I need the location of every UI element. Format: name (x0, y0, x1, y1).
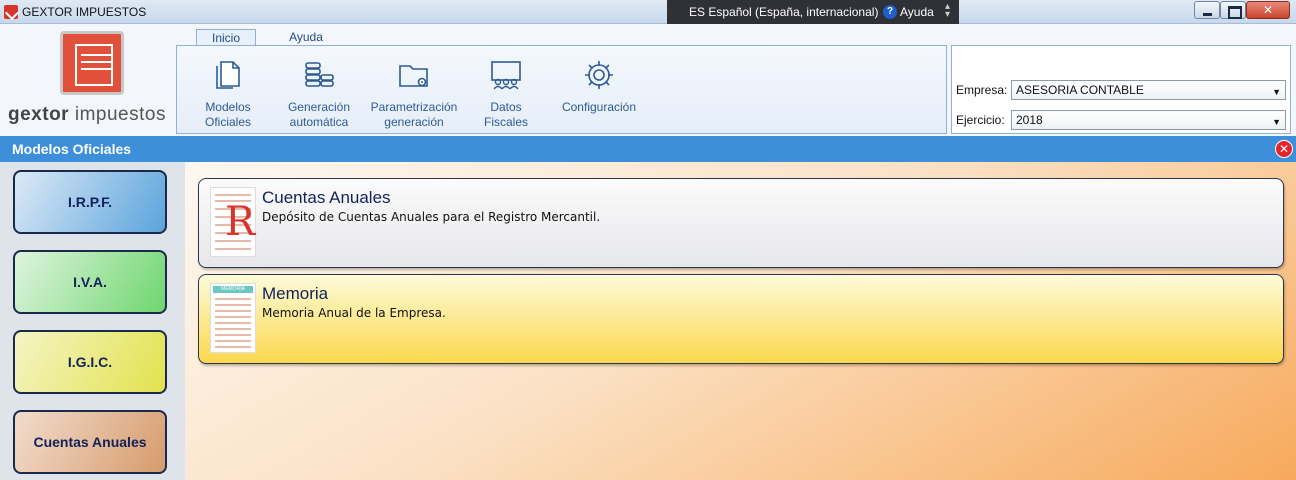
logo-text-light: impuestos (69, 104, 166, 125)
logo-text-bold: gextor (8, 104, 70, 125)
help-link[interactable]: Ayuda (900, 5, 934, 19)
language-selector[interactable]: ES Español (España, internacional) (689, 5, 878, 19)
datos-fiscales-button[interactable]: Datos Fiscales (467, 58, 545, 130)
parametrizacion-generacion-button[interactable]: Parametrización generación (367, 58, 461, 130)
grip-icon[interactable]: ▴ ▾ (945, 2, 950, 20)
dropdown-arrow-icon: ▼ (1272, 117, 1281, 127)
document-thumbnail-icon: R (210, 187, 256, 257)
tab-inicio[interactable]: Inicio (196, 29, 256, 46)
memoria-thumbnail-icon: MEMORIA (210, 283, 256, 353)
app-window: GEXTOR IMPUESTOS ES Español (España, int… (0, 0, 1296, 480)
close-section-icon[interactable]: ✕ (1275, 140, 1293, 158)
models-content: R Cuentas Anuales Depósito de Cuentas An… (185, 162, 1296, 480)
logo-text: gextor impuestos (8, 104, 166, 126)
card-memoria[interactable]: MEMORIA Memoria Memoria Anual de la Empr… (198, 274, 1284, 364)
company-panel: Empresa: ASESORIA CONTABLE ▼ Ejercicio: … (951, 45, 1291, 134)
empresa-select[interactable]: ASESORIA CONTABLE ▼ (1011, 80, 1286, 100)
close-window-button[interactable] (1246, 1, 1290, 19)
generacion-label-1: Generación (287, 100, 351, 114)
section-title: Modelos Oficiales (12, 141, 132, 157)
card-title: Memoria (262, 284, 329, 303)
parametrizacion-label-2: generación (384, 115, 444, 129)
datos-fiscales-label: Datos Fiscales (483, 100, 528, 129)
section-header: Modelos Oficiales ✕ (0, 136, 1296, 162)
configuracion-button[interactable]: Configuración (559, 58, 639, 115)
minimize-button[interactable] (1194, 1, 1220, 19)
ejercicio-select[interactable]: 2018 ▼ (1011, 110, 1286, 130)
app-logo-icon (4, 5, 18, 19)
window-title: GEXTOR IMPUESTOS (22, 5, 147, 19)
nav-cuentas-anuales-button[interactable]: Cuentas Anuales (13, 410, 167, 474)
nav-igic-button[interactable]: I.G.I.C. (13, 330, 167, 394)
nav-iva-button[interactable]: I.V.A. (13, 250, 167, 314)
documents-icon (216, 61, 240, 89)
card-cuentas-anuales[interactable]: R Cuentas Anuales Depósito de Cuentas An… (198, 178, 1284, 268)
generacion-automatica-button[interactable]: Generación automática (279, 58, 359, 130)
generacion-label-2: automática (289, 115, 349, 129)
card-description: Memoria Anual de la Empresa. (262, 306, 446, 320)
language-bar[interactable]: ES Español (España, internacional) ? Ayu… (667, 0, 959, 24)
empresa-label: Empresa: (956, 83, 1008, 97)
gextor-logo-icon (60, 31, 124, 95)
modelos-oficiales-label-2: Oficiales (204, 115, 251, 129)
maximize-button[interactable] (1220, 1, 1246, 19)
card-title: Cuentas Anuales (262, 188, 391, 207)
audience-icon (491, 61, 521, 90)
ejercicio-value: 2018 (1016, 113, 1043, 127)
left-nav: I.R.P.F. I.V.A. I.G.I.C. Cuentas Anuales (0, 162, 185, 480)
memoria-thumb-label: MEMORIA (213, 286, 253, 293)
card-description: Depósito de Cuentas Anuales para el Regi… (262, 210, 601, 224)
parametrizacion-label-1: Parametrización (370, 100, 458, 114)
gear-icon (585, 61, 613, 89)
ejercicio-label: Ejercicio: (956, 113, 1005, 127)
help-icon[interactable]: ? (883, 5, 897, 19)
modelos-oficiales-label-1: Modelos (205, 100, 251, 114)
dropdown-arrow-icon: ▼ (1272, 87, 1281, 97)
modelos-oficiales-button[interactable]: Modelos Oficiales (193, 58, 263, 130)
empresa-value: ASESORIA CONTABLE (1016, 83, 1144, 97)
folder-gear-icon (399, 65, 428, 87)
ribbon-panel: Modelos Oficiales Generación automática (176, 45, 947, 134)
title-bar: GEXTOR IMPUESTOS ES Español (España, int… (0, 0, 1296, 24)
nav-irpf-button[interactable]: I.R.P.F. (13, 170, 167, 234)
configuracion-label: Configuración (561, 100, 637, 114)
tab-ayuda[interactable]: Ayuda (280, 29, 332, 46)
coins-stack-icon (305, 62, 334, 87)
